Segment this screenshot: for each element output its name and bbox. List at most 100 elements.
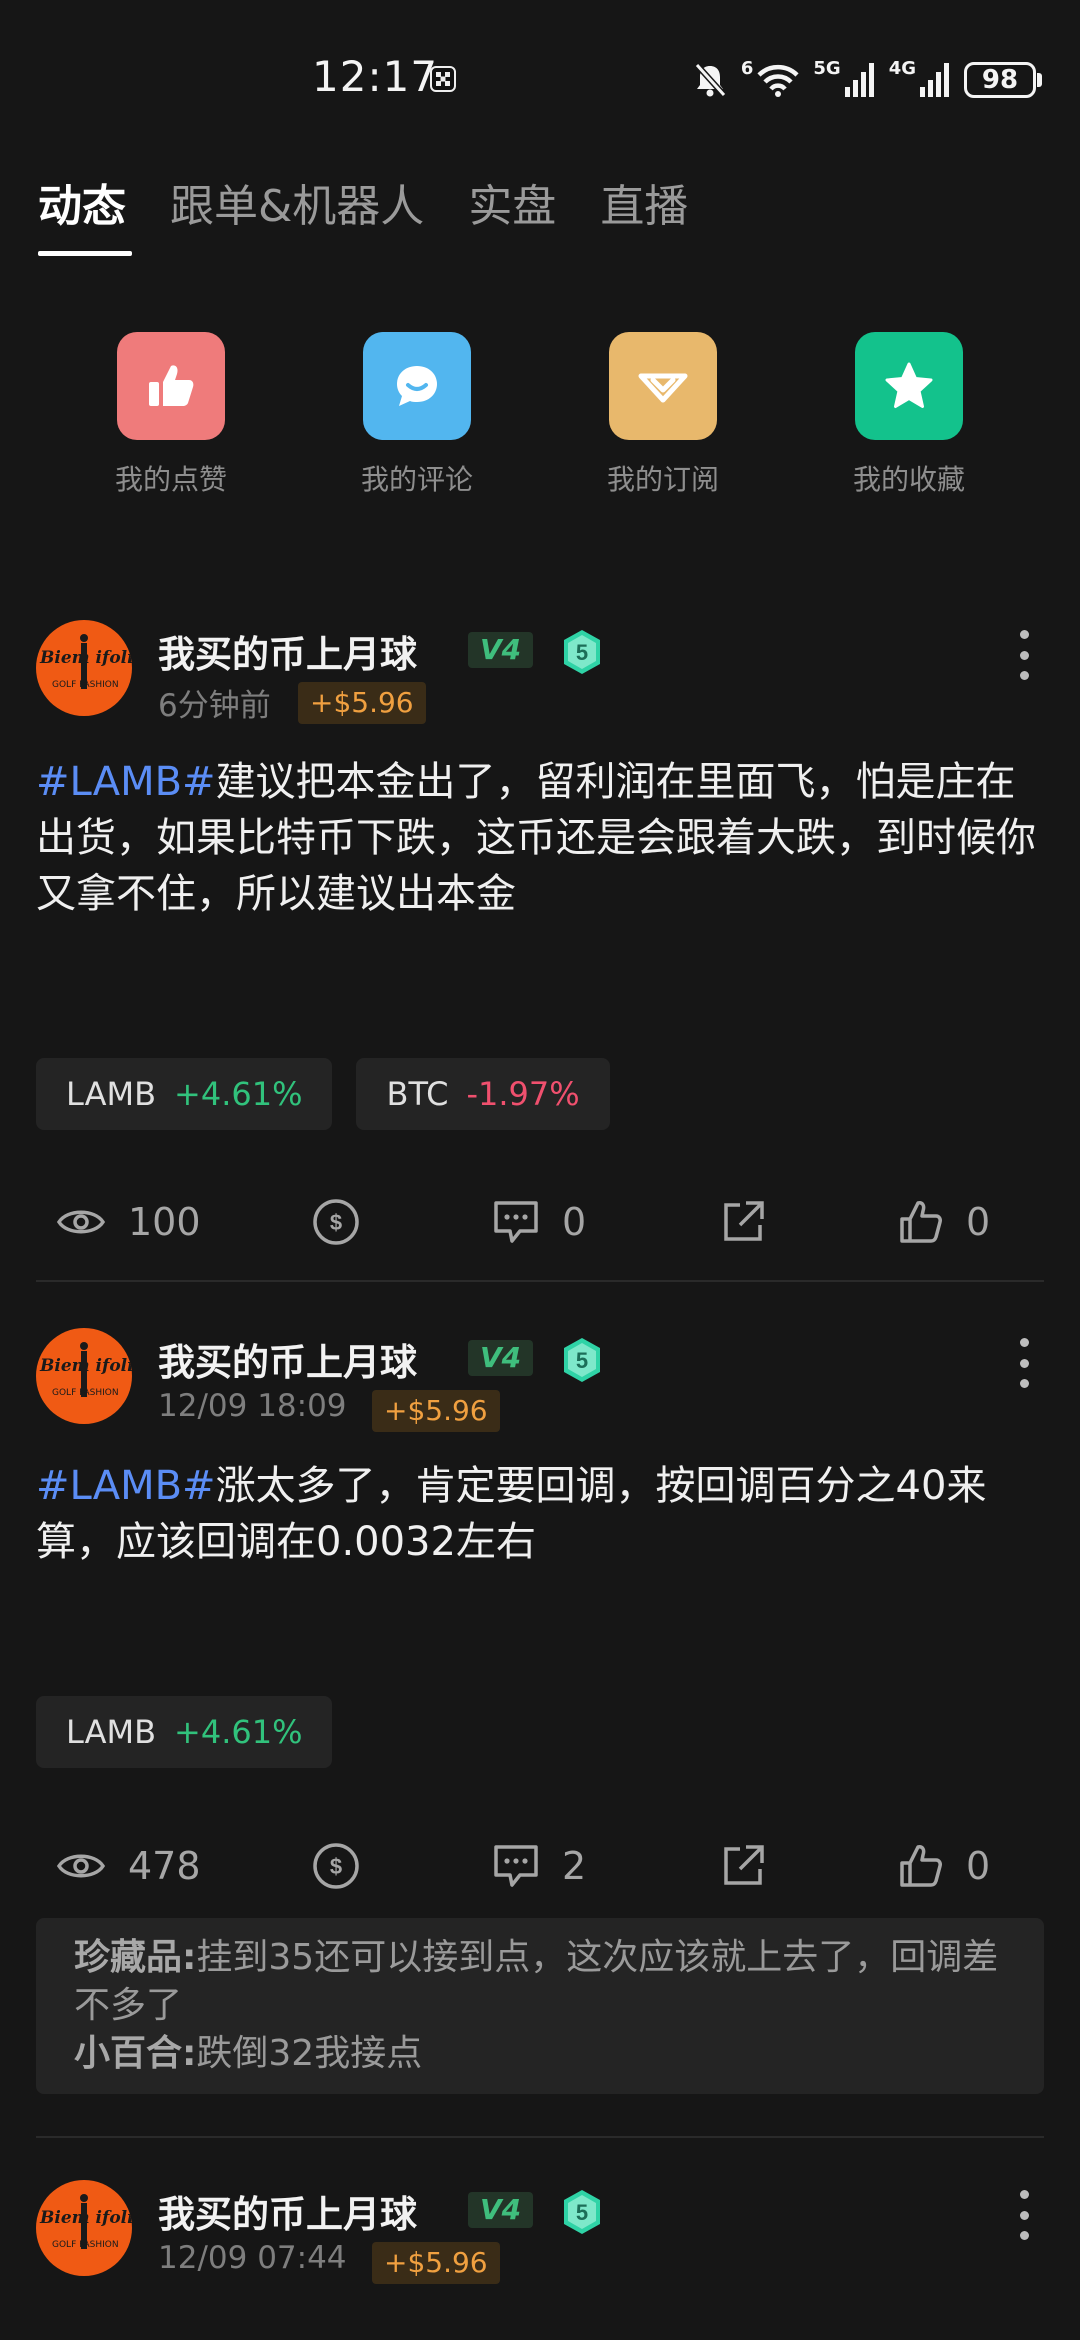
comment-author: 小百合: bbox=[74, 2033, 197, 2074]
like-button[interactable]: 0 bbox=[898, 1836, 990, 1896]
earning-badge: +$5.96 bbox=[372, 2242, 500, 2284]
network-5g-label: 5G bbox=[813, 57, 841, 79]
level-number: 5 bbox=[576, 1348, 588, 1373]
mute-icon bbox=[694, 62, 727, 98]
views-stat: 100 bbox=[56, 1192, 201, 1252]
comment-text: 挂到35还可以接到点，这次应该就上去了，回调差不多了 bbox=[74, 1937, 999, 2026]
comment-icon bbox=[494, 1201, 538, 1243]
tip-button[interactable]: $ bbox=[312, 1192, 360, 1252]
my-favorites-label: 我的收藏 bbox=[852, 463, 965, 496]
my-favorites-button[interactable]: 我的收藏 bbox=[786, 332, 1032, 498]
feed-post: Biem ifolikk GOLF FASHION 我买的币上月球 V4 5 6… bbox=[36, 620, 1044, 1282]
coin-change: -1.97% bbox=[466, 1075, 580, 1113]
coin-tag[interactable]: LAMB +4.61% bbox=[36, 1058, 333, 1130]
coin-symbol: LAMB bbox=[66, 1075, 157, 1113]
coin-tags: LAMB +4.61% bbox=[36, 1696, 333, 1768]
level-badge-icon: 5 bbox=[564, 2190, 600, 2234]
coin-icon: $ bbox=[313, 1843, 359, 1889]
tip-button[interactable]: $ bbox=[312, 1836, 360, 1896]
post-time: 12/09 07:44 bbox=[158, 2240, 347, 2276]
level-number: 5 bbox=[576, 2200, 588, 2225]
username[interactable]: 我买的币上月球 bbox=[158, 2184, 417, 2238]
coin-change: +4.61% bbox=[174, 1713, 303, 1751]
my-subscriptions-button[interactable]: 我的订阅 bbox=[540, 332, 786, 498]
hashtag[interactable]: #LAMB# bbox=[36, 759, 216, 805]
vip-badge: V4 bbox=[468, 2192, 534, 2228]
comment-preview[interactable]: 珍藏品:挂到35还可以接到点，这次应该就上去了，回调差不多了 小百合:跌倒32我… bbox=[36, 1918, 1044, 2094]
vip-badge: V4 bbox=[468, 1340, 534, 1376]
share-icon bbox=[724, 1201, 764, 1241]
earning-badge: +$5.96 bbox=[372, 1390, 500, 1432]
my-subscriptions-label: 我的订阅 bbox=[606, 463, 719, 496]
coin-tag[interactable]: BTC -1.97% bbox=[356, 1058, 610, 1130]
username[interactable]: 我买的币上月球 bbox=[158, 624, 417, 678]
signal-5g-icon bbox=[844, 63, 874, 97]
comment-icon bbox=[494, 1845, 538, 1887]
like-count: 0 bbox=[966, 1200, 991, 1244]
comment-text: 跌倒32我接点 bbox=[196, 2033, 423, 2074]
post-time: 6分钟前 bbox=[158, 688, 271, 724]
svg-text:$: $ bbox=[330, 1854, 342, 1879]
post-divider bbox=[36, 1280, 1044, 1282]
quick-actions: 我的点赞 我的评论 我的订阅 我的收藏 bbox=[0, 332, 1080, 498]
level-number: 5 bbox=[576, 640, 588, 665]
post-content[interactable]: #LAMB#建议把本金出了，留利润在里面飞，怕是庄在出货，如果比特币下跌，这币还… bbox=[36, 754, 1044, 922]
coin-symbol: BTC bbox=[386, 1075, 449, 1113]
comment-count: 0 bbox=[562, 1200, 587, 1244]
coin-change: +4.61% bbox=[174, 1075, 303, 1113]
more-options-icon[interactable] bbox=[1020, 630, 1030, 680]
my-comments-button[interactable]: 我的评论 bbox=[294, 332, 540, 498]
comment-item: 小百合:跌倒32我接点 bbox=[74, 2030, 1006, 2078]
comment-button[interactable]: 0 bbox=[492, 1192, 586, 1252]
coin-tag[interactable]: LAMB +4.61% bbox=[36, 1696, 333, 1768]
app-notification-icon bbox=[430, 66, 456, 92]
avatar[interactable]: Biem ifolikk GOLF FASHION bbox=[36, 1328, 132, 1424]
my-comments-label: 我的评论 bbox=[360, 463, 473, 496]
hashtag[interactable]: #LAMB# bbox=[36, 1463, 216, 1509]
comment-item: 珍藏品:挂到35还可以接到点，这次应该就上去了，回调差不多了 bbox=[74, 1934, 1006, 2030]
my-likes-label: 我的点赞 bbox=[114, 463, 227, 496]
share-button[interactable] bbox=[720, 1836, 766, 1896]
feed-post: Biem ifolikk GOLF FASHION 我买的币上月球 V4 5 1… bbox=[36, 2180, 1044, 2340]
status-bar: 12:17 6 5G 4G 98 bbox=[0, 0, 1080, 160]
comment-button[interactable]: 2 bbox=[492, 1836, 586, 1896]
more-options-icon[interactable] bbox=[1020, 1338, 1030, 1388]
eye-icon bbox=[56, 1210, 106, 1234]
post-content[interactable]: #LAMB#涨太多了，肯定要回调，按回调百分之40来算，应该回调在0.0032左… bbox=[36, 1458, 1016, 1570]
coin-symbol: LAMB bbox=[66, 1713, 157, 1751]
more-options-icon[interactable] bbox=[1020, 2190, 1030, 2240]
star-icon bbox=[855, 332, 963, 440]
clock: 12:17 bbox=[312, 52, 439, 101]
views-count: 478 bbox=[128, 1844, 201, 1888]
my-likes-button[interactable]: 我的点赞 bbox=[48, 332, 294, 498]
battery-icon: 98 bbox=[964, 62, 1042, 98]
avatar[interactable]: Biem ifolikk GOLF FASHION bbox=[36, 620, 132, 716]
post-divider bbox=[36, 2136, 1044, 2138]
level-badge-icon: 5 bbox=[564, 630, 600, 674]
top-tabs: 动态 跟单&机器人 实盘 直播 bbox=[38, 170, 688, 256]
battery-level: 98 bbox=[981, 65, 1019, 95]
tab-dynamics[interactable]: 动态 bbox=[38, 170, 132, 256]
post-actions: 478 $ 2 0 bbox=[36, 1836, 1044, 1896]
avatar[interactable]: Biem ifolikk GOLF FASHION bbox=[36, 2180, 132, 2276]
coin-icon: $ bbox=[313, 1199, 359, 1245]
like-button[interactable]: 0 bbox=[898, 1192, 990, 1252]
vip-badge: V4 bbox=[468, 632, 534, 668]
signal-4g-icon bbox=[920, 63, 949, 97]
tab-live-account[interactable]: 实盘 bbox=[468, 170, 556, 252]
username[interactable]: 我买的币上月球 bbox=[158, 1332, 417, 1386]
share-icon bbox=[724, 1845, 764, 1885]
wifi-generation: 6 bbox=[740, 57, 754, 79]
thumb-up-icon bbox=[900, 1845, 942, 1887]
like-count: 0 bbox=[966, 1844, 991, 1888]
tab-live-stream[interactable]: 直播 bbox=[600, 170, 688, 252]
status-icons: 6 5G 4G 98 bbox=[693, 57, 1042, 102]
tab-copy-trading[interactable]: 跟单&机器人 bbox=[170, 170, 424, 252]
post-time: 12/09 18:09 bbox=[158, 1388, 347, 1424]
thumb-up-icon bbox=[900, 1201, 942, 1243]
post-actions: 100 $ 0 0 bbox=[36, 1192, 1044, 1252]
comment-icon bbox=[363, 332, 471, 440]
wifi-icon bbox=[757, 64, 799, 97]
share-button[interactable] bbox=[720, 1192, 766, 1252]
level-badge-icon: 5 bbox=[564, 1338, 600, 1382]
